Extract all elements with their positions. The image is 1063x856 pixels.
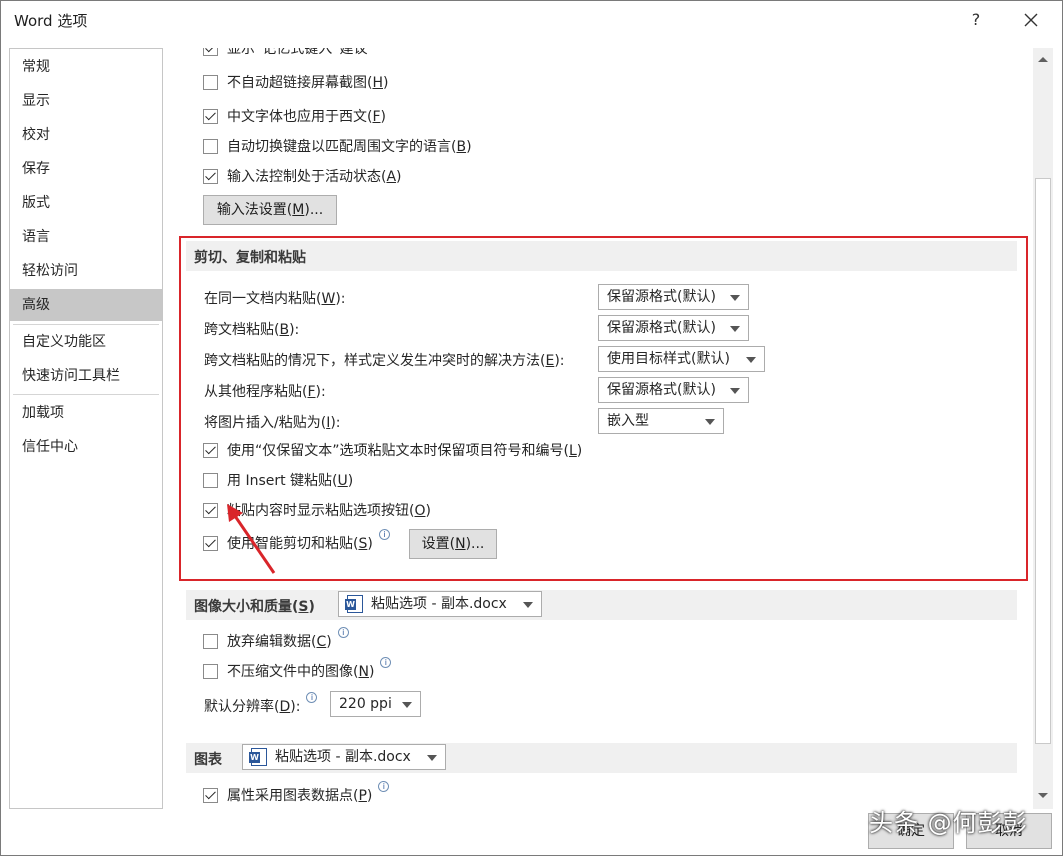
annotation-arrow-icon bbox=[227, 504, 276, 574]
watermark: 头条 @何彭彭 bbox=[869, 809, 1028, 837]
